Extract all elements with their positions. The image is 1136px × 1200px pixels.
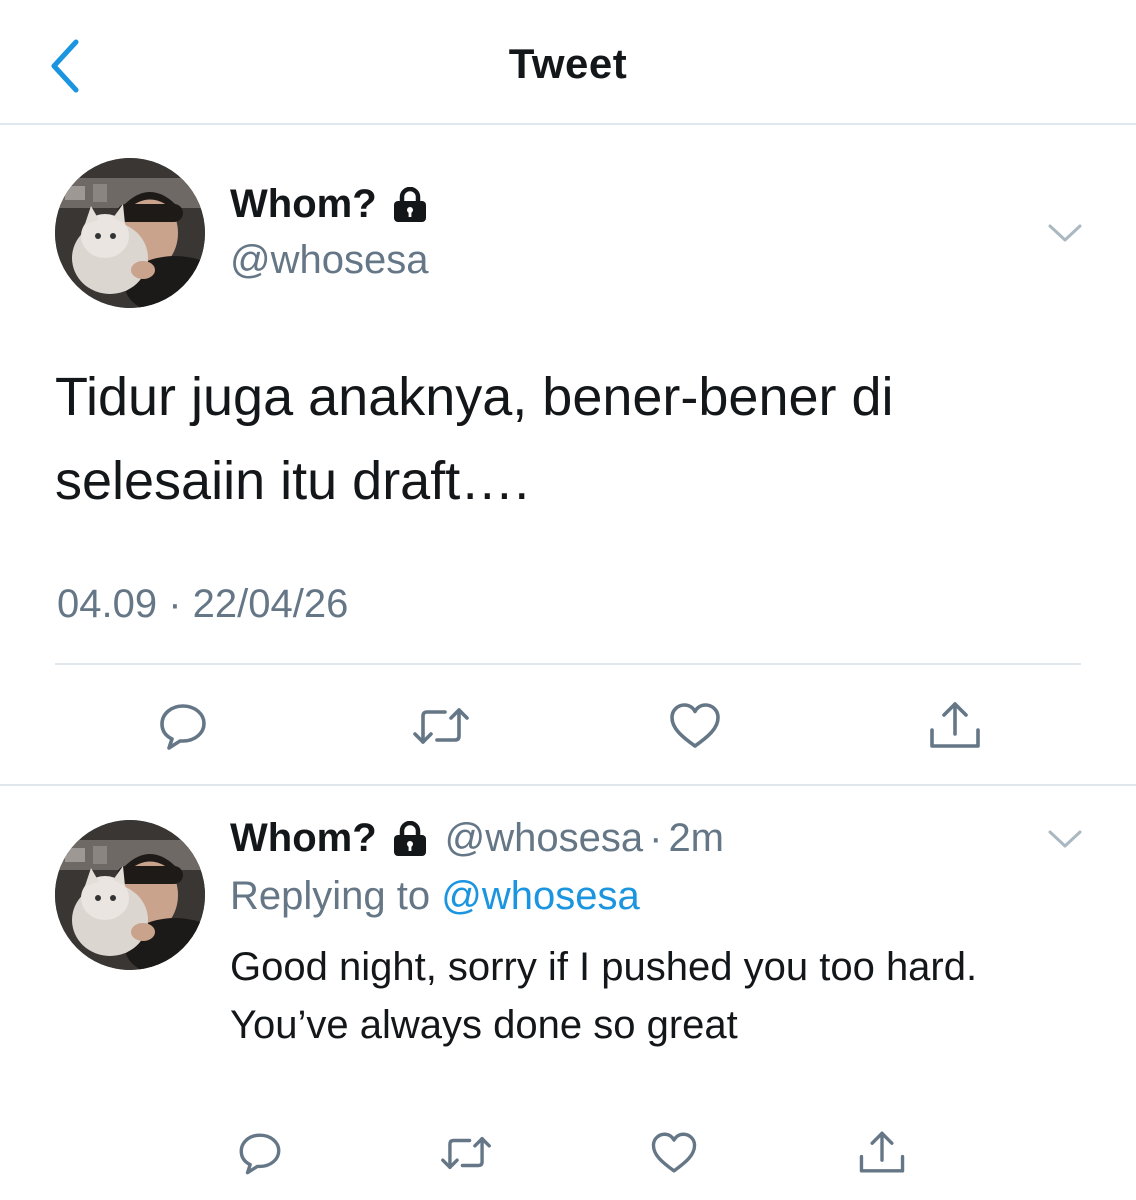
avatar-image [55, 820, 205, 970]
tweet-timestamp[interactable]: 04.09 · 22/04/26 [57, 582, 348, 627]
like-button[interactable] [667, 698, 723, 754]
reply-text: Good night, sorry if I pushed you too ha… [230, 938, 977, 1054]
page-title: Tweet [508, 40, 628, 87]
author-name[interactable]: Whom? [230, 182, 429, 227]
divider [0, 784, 1136, 786]
author-handle[interactable]: @whosesa [230, 238, 428, 283]
reply-button[interactable] [155, 698, 211, 754]
more-options-button[interactable] [1047, 828, 1083, 850]
display-name[interactable]: Whom? [230, 816, 377, 861]
more-options-button[interactable] [1047, 222, 1083, 244]
nav-bar: Tweet [0, 0, 1136, 125]
separator-dot: · [649, 816, 663, 860]
like-button[interactable] [649, 1128, 705, 1184]
reply-icon [160, 704, 206, 750]
avatar[interactable] [55, 820, 205, 970]
heart-icon [670, 703, 720, 748]
chevron-down-icon [1048, 830, 1082, 848]
retweet-icon [441, 1137, 491, 1169]
reply-icon [239, 1133, 281, 1175]
chevron-down-icon [1048, 224, 1082, 242]
reply-text-line: You’ve always done so great [230, 1003, 738, 1047]
reply-button[interactable] [235, 1128, 291, 1184]
share-icon [930, 702, 980, 748]
retweet-button[interactable] [411, 698, 469, 754]
share-button[interactable] [857, 1128, 913, 1184]
replying-to: Replying to @whosesa [230, 874, 640, 919]
divider [55, 663, 1081, 665]
tweet-text-line: selesaiin itu draft…. [55, 451, 530, 511]
display-name: Whom? [230, 182, 377, 226]
avatar-image [55, 158, 205, 308]
tweet-text: Tidur juga anaknya, bener-bener di seles… [55, 355, 1095, 523]
retweet-icon [413, 708, 469, 744]
share-icon [859, 1131, 905, 1173]
heart-icon [651, 1132, 697, 1173]
replying-to-link[interactable]: @whosesa [441, 874, 639, 918]
retweet-button[interactable] [439, 1128, 495, 1184]
author-handle[interactable]: @whosesa [445, 816, 643, 861]
lock-icon [393, 820, 426, 856]
relative-time[interactable]: 2m [668, 816, 724, 861]
tweet-text-line: Tidur juga anaknya, bener-bener di [55, 367, 894, 427]
lock-icon [393, 186, 426, 222]
avatar[interactable] [55, 158, 205, 308]
replying-prefix: Replying to [230, 874, 431, 918]
reply-header: Whom? @whosesa · 2m [230, 816, 724, 861]
share-button[interactable] [927, 698, 983, 754]
reply-text-line: Good night, sorry if I pushed you too ha… [230, 945, 978, 989]
